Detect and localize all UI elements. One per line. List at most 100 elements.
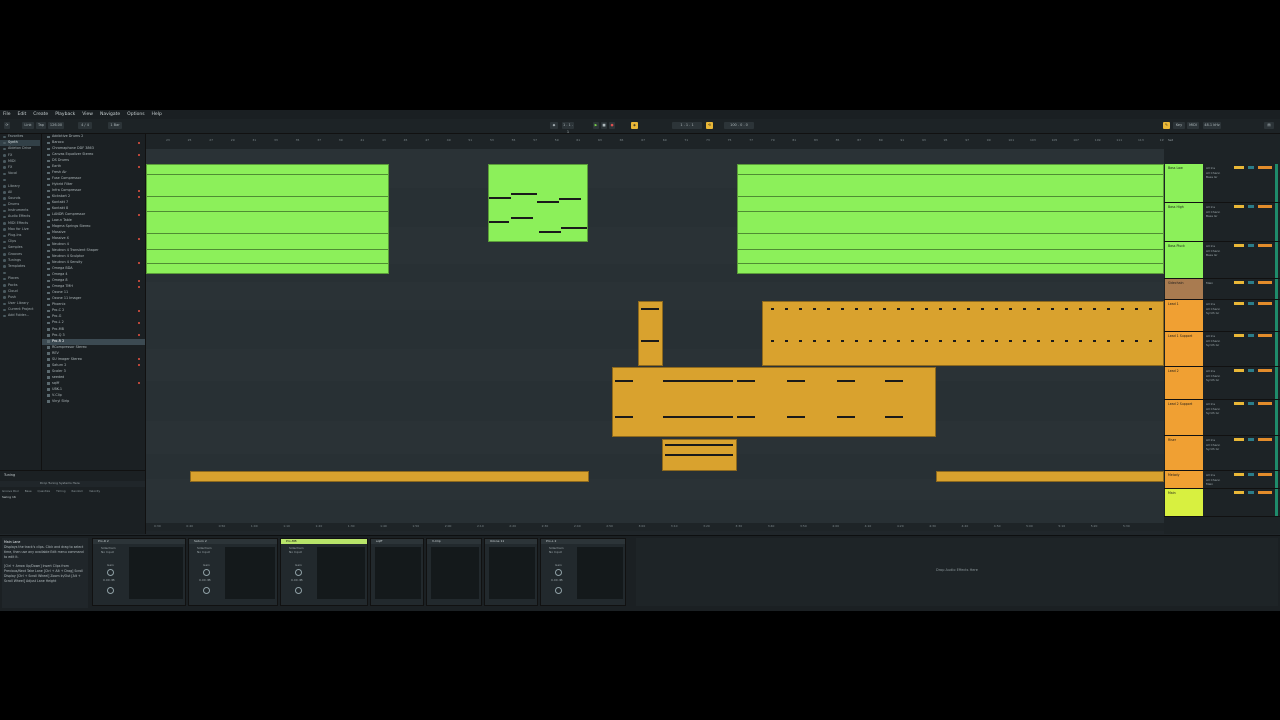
midi-clip[interactable] xyxy=(737,164,1164,274)
track-activator[interactable] xyxy=(1234,244,1244,247)
device[interactable]: sqiff xyxy=(370,538,424,606)
track-header[interactable]: Bass High All Ins All Chann Bass Gr xyxy=(1164,203,1280,242)
beat-ruler[interactable]: 23 25 27 29 31 33 35 37 39 41 43 45 47 49 51 53 55 57 59 61… xyxy=(146,134,1164,150)
track-header[interactable]: Lead 2 Support All Ins All Chann Synth Gr xyxy=(1164,400,1280,436)
dry-wet-knob[interactable] xyxy=(107,587,114,594)
overview-toggle[interactable]: ▤ xyxy=(1264,122,1274,129)
gain-knob[interactable] xyxy=(555,569,562,576)
volume-field[interactable] xyxy=(1258,369,1272,372)
track-lane[interactable] xyxy=(146,500,1164,525)
time-ruler[interactable]: 0:30 0:40 0:50 1:00 1:10 1:20 1:30 1:40 1:50 2:00… xyxy=(146,523,1164,531)
device[interactable]: Pro-L 2 Sidechain No Input Gain 0.00 dB xyxy=(540,538,626,606)
sidechain-input[interactable]: No Input xyxy=(197,550,210,554)
io-chooser[interactable]: Bass Gr xyxy=(1206,175,1230,180)
track-activator[interactable] xyxy=(1234,302,1244,305)
audio-effects-drop-area[interactable]: Drop Audio Effects Here xyxy=(636,538,1278,606)
track-io[interactable]: All Ins All Chann Synth Gr xyxy=(1206,369,1230,383)
device-title[interactable]: Saturn 2 xyxy=(189,539,277,544)
volume-field[interactable] xyxy=(1258,166,1272,169)
time-signature-field[interactable]: 4 / 4 xyxy=(78,122,92,129)
track-io[interactable]: All Ins All Chann Bass Gr xyxy=(1206,244,1230,258)
track-name[interactable]: Bass Low xyxy=(1168,166,1183,170)
solo-button[interactable] xyxy=(1248,166,1254,169)
volume-field[interactable] xyxy=(1258,281,1272,284)
volume-field[interactable] xyxy=(1258,302,1272,305)
track-io[interactable]: All Ins All Chann Bass Gr xyxy=(1206,205,1230,219)
menu-create[interactable]: Create xyxy=(33,112,48,117)
menu-view[interactable]: View xyxy=(82,112,93,117)
browser-category[interactable]: Add Folder... xyxy=(0,313,40,319)
track-header[interactable]: Lead 1 All Ins All Chann Synth Gr xyxy=(1164,300,1280,332)
track-io[interactable]: All Ins All Chann Main xyxy=(1206,473,1230,487)
device-title[interactable]: Pro-R 2 xyxy=(93,539,185,544)
volume-field[interactable] xyxy=(1258,473,1272,476)
track-activator[interactable] xyxy=(1234,369,1244,372)
audio-clip[interactable] xyxy=(638,301,663,366)
link-button[interactable]: Link xyxy=(22,122,34,129)
io-chooser[interactable]: Bass Gr xyxy=(1206,214,1230,219)
sidechain-input[interactable]: No Input xyxy=(289,550,302,554)
solo-button[interactable] xyxy=(1248,402,1254,405)
tempo-field[interactable]: 126.00 xyxy=(48,122,64,129)
device[interactable]: Ozone 11 xyxy=(484,538,538,606)
volume-field[interactable] xyxy=(1258,244,1272,247)
track-activator[interactable] xyxy=(1234,402,1244,405)
track-io[interactable]: All Ins All Chann Synth Gr xyxy=(1206,438,1230,452)
track-name[interactable]: Lead 1 Support xyxy=(1168,334,1192,338)
menu-edit[interactable]: Edit xyxy=(18,112,27,117)
io-chooser[interactable]: Bass Gr xyxy=(1206,253,1230,258)
plugin-display[interactable] xyxy=(375,547,421,599)
loop-start-field[interactable]: 1 . 1 . 1 xyxy=(672,122,702,129)
device-title[interactable]: Pro-MB xyxy=(281,539,367,544)
plugin-display[interactable] xyxy=(225,547,275,599)
io-chooser[interactable]: Synth Gr xyxy=(1206,411,1230,416)
stop-button[interactable]: ■ xyxy=(601,122,607,129)
gain-knob[interactable] xyxy=(295,569,302,576)
device[interactable]: Pro-MB Sidechain No Input Gain 0.00 dB xyxy=(280,538,368,606)
track-activator[interactable] xyxy=(1234,281,1244,284)
midi-clip[interactable] xyxy=(488,164,588,242)
sidechain-input[interactable]: No Input xyxy=(101,550,114,554)
solo-button[interactable] xyxy=(1248,334,1254,337)
browser-item[interactable]: Vinyl Strip xyxy=(42,399,145,405)
device[interactable]: Saturn 2 Sidechain No Input Gain 0.00 dB xyxy=(188,538,278,606)
tap-button[interactable]: Tap xyxy=(36,122,46,129)
io-chooser[interactable]: Main xyxy=(1206,281,1230,286)
solo-button[interactable] xyxy=(1248,244,1254,247)
io-chooser[interactable]: Synth Gr xyxy=(1206,343,1230,348)
loop-length-field[interactable]: 100 . 0 . 0 xyxy=(724,122,754,129)
plugin-display[interactable] xyxy=(577,547,623,599)
quantize-menu[interactable]: 1 Bar xyxy=(108,122,122,129)
track-name[interactable]: Lead 1 xyxy=(1168,302,1179,306)
solo-button[interactable] xyxy=(1248,281,1254,284)
track-activator[interactable] xyxy=(1234,438,1244,441)
track-name[interactable]: Sidechain xyxy=(1168,281,1184,285)
track-name[interactable]: Melody xyxy=(1168,473,1179,477)
menu-file[interactable]: File xyxy=(3,112,11,117)
dry-wet-knob[interactable] xyxy=(295,587,302,594)
track-activator[interactable] xyxy=(1234,334,1244,337)
io-chooser[interactable]: Main xyxy=(1206,482,1230,487)
track-header[interactable]: Bass Low All Ins All Chann Bass Gr xyxy=(1164,164,1280,203)
volume-field[interactable] xyxy=(1258,205,1272,208)
gain-knob[interactable] xyxy=(107,569,114,576)
volume-field[interactable] xyxy=(1258,334,1272,337)
device-title[interactable]: Ozone 11 xyxy=(485,539,537,544)
track-name[interactable]: Riser xyxy=(1168,438,1176,442)
track-header[interactable]: Melody All Ins All Chann Main xyxy=(1164,471,1280,489)
device[interactable]: V-Clip xyxy=(426,538,482,606)
gain-knob[interactable] xyxy=(203,569,210,576)
track-header[interactable]: Riser All Ins All Chann Synth Gr xyxy=(1164,436,1280,471)
midi-clip[interactable] xyxy=(146,164,389,274)
arrangement-position[interactable]: ◆ xyxy=(550,122,558,129)
track-header[interactable]: Bass Pluck All Ins All Chann Bass Gr xyxy=(1164,242,1280,279)
track-header[interactable]: Main xyxy=(1164,489,1280,517)
menu-navigate[interactable]: Navigate xyxy=(100,112,120,117)
plugin-display[interactable] xyxy=(489,547,535,599)
track-io[interactable]: All Ins All Chann Synth Gr xyxy=(1206,302,1230,316)
io-chooser[interactable]: Synth Gr xyxy=(1206,447,1230,452)
device-title[interactable]: sqiff xyxy=(371,539,423,544)
tuning-drop-hint[interactable]: Drop Tuning Systems Here xyxy=(0,481,145,487)
menu-help[interactable]: Help xyxy=(152,112,162,117)
track-name[interactable]: Main xyxy=(1168,491,1176,495)
